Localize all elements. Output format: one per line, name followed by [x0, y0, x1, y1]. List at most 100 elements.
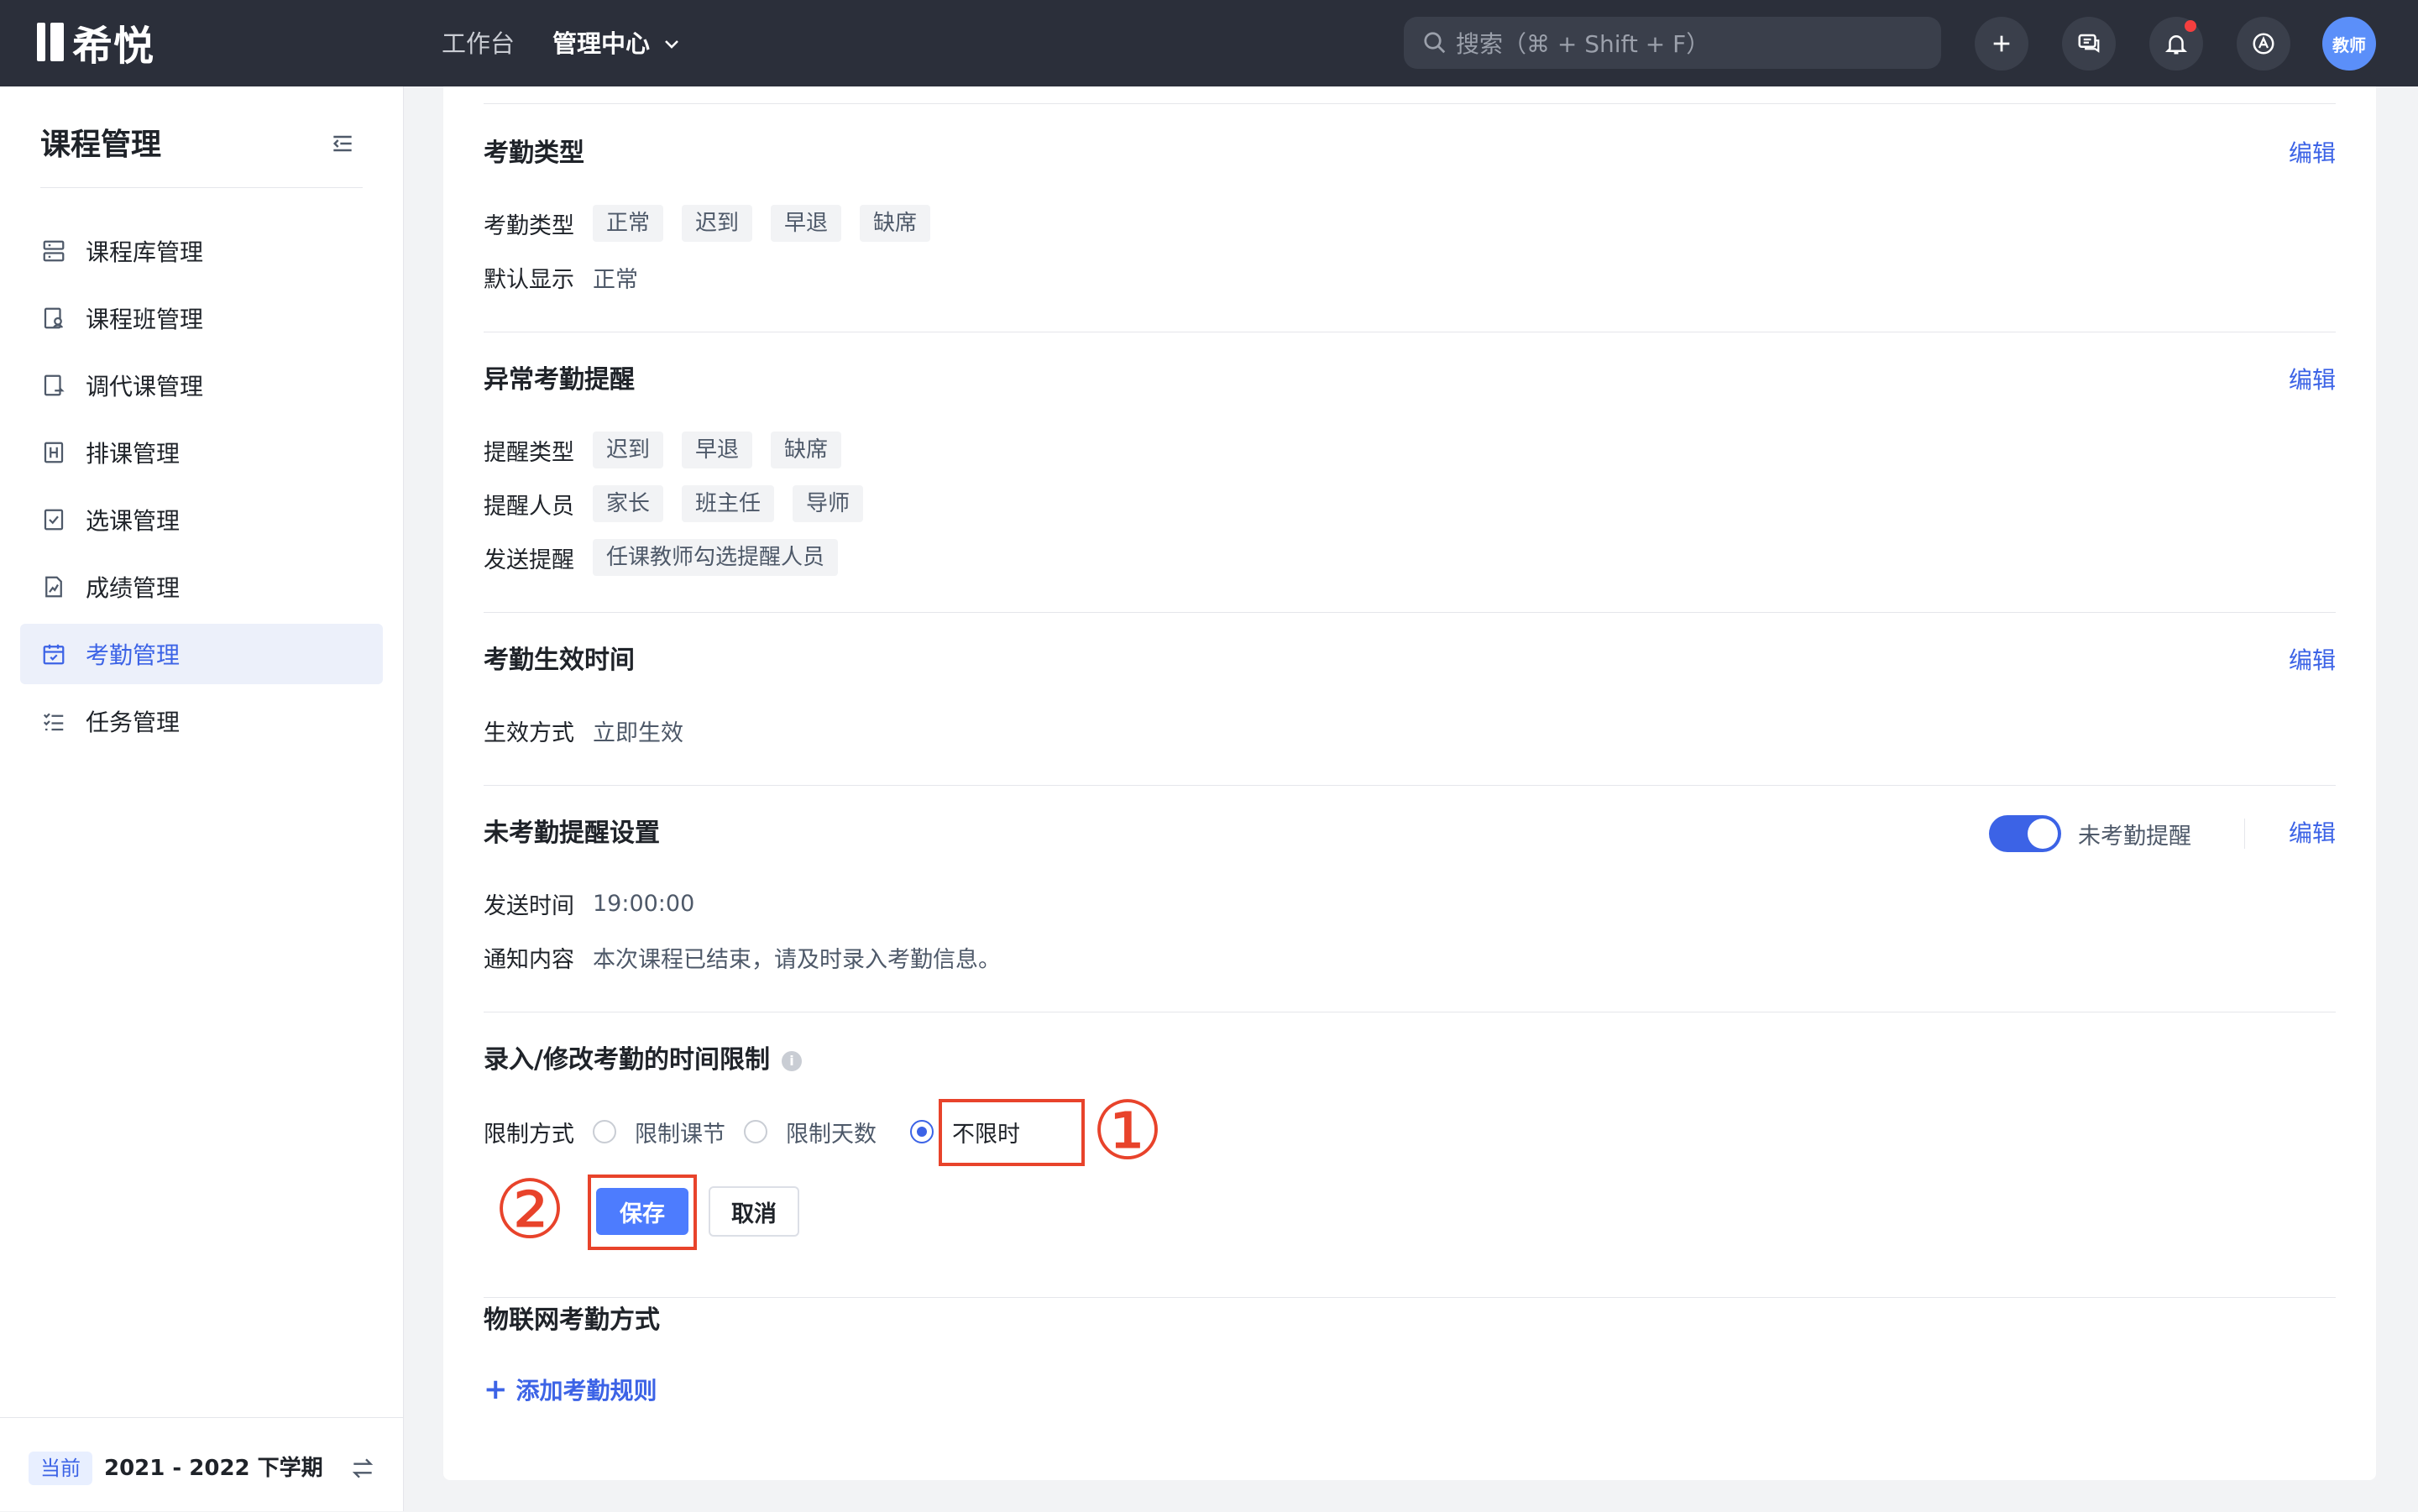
section-title: 异常考勤提醒 — [484, 365, 635, 395]
radio-limit-days[interactable]: 限制天数 — [744, 1116, 877, 1148]
nav-admin-center-label: 管理中心 — [552, 29, 651, 58]
annotation-step-2: ② — [494, 1163, 567, 1257]
divider — [484, 1297, 2336, 1298]
field-value: 本次课程已结束，请及时录入考勤信息。 — [593, 946, 1001, 973]
stack-icon — [43, 240, 65, 262]
sidebar-item-label: 选课管理 — [86, 507, 181, 535]
nav-workbench[interactable]: 工作台 — [442, 24, 515, 64]
term-switcher[interactable]: 当前 2021 - 2022 下学期 — [0, 1417, 403, 1512]
tag: 班主任 — [682, 485, 775, 522]
swap-doc-icon — [44, 374, 65, 396]
current-term-chip: 当前 — [29, 1452, 92, 1485]
logo-icon — [37, 23, 64, 61]
sidebar-item-tasks[interactable]: 任务管理 — [20, 691, 383, 751]
field-label: 限制方式 — [484, 1121, 574, 1148]
edit-effective-time-link[interactable]: 编辑 — [2289, 642, 2336, 679]
sidebar-item-label: 排课管理 — [86, 440, 181, 468]
sidebar-divider — [40, 187, 363, 188]
settings-card: 考勤类型 编辑 考勤类型 正常 迟到 早退 缺席 默认显示 正常 异常考勤提醒 … — [443, 86, 2376, 1480]
tag: 早退 — [682, 432, 753, 468]
sidebar-item-course-library[interactable]: 课程库管理 — [20, 221, 383, 281]
field-label: 提醒人员 — [484, 493, 574, 520]
sidebar-title: 课程管理 — [40, 128, 162, 162]
tag: 导师 — [793, 485, 864, 522]
swap-icon[interactable] — [349, 1455, 376, 1482]
tag: 家长 — [593, 485, 664, 522]
collapse-sidebar-icon[interactable] — [329, 130, 356, 157]
section-unattended-reminder: 未考勤提醒设置 未考勤提醒 编辑 发送时间 19:00:00 通知内容 本次课程… — [484, 815, 2336, 1059]
add-button[interactable] — [1975, 17, 2028, 71]
search-icon — [1424, 32, 1446, 54]
sidebar-item-attendance[interactable]: 考勤管理 — [20, 624, 383, 684]
nav-admin-center[interactable]: 管理中心 — [552, 24, 682, 64]
messages-button[interactable] — [2062, 17, 2116, 71]
logo-text: 希悦 — [72, 23, 155, 70]
field-label: 考勤类型 — [484, 212, 574, 239]
schedule-icon — [44, 442, 64, 463]
sidebar-item-scheduling[interactable]: 排课管理 — [20, 422, 383, 483]
radio-circle — [910, 1120, 934, 1143]
logo[interactable]: 希悦 — [37, 17, 154, 70]
add-attendance-rule-button[interactable]: + 添加考勤规则 — [484, 1371, 657, 1408]
avatar[interactable]: 教师 — [2322, 17, 2376, 71]
toggle-label: 未考勤提醒 — [2078, 823, 2191, 850]
default-display-row: 默认显示 正常 — [484, 258, 638, 296]
chat-icon — [2078, 34, 2100, 53]
global-search[interactable]: 搜索（⌘ + Shift + F） — [1404, 17, 1941, 69]
section-title: 考勤生效时间 — [484, 646, 635, 675]
section-attendance-type: 考勤类型 编辑 考勤类型 正常 迟到 早退 缺席 默认显示 正常 — [484, 135, 2336, 379]
save-button[interactable]: 保存 — [596, 1188, 688, 1235]
highlight-box-no-limit — [939, 1099, 1085, 1166]
section-title: 录入/修改考勤的时间限制 i — [484, 1042, 802, 1079]
sidebar-item-course-selection[interactable]: 选课管理 — [20, 489, 383, 550]
divider — [2244, 819, 2245, 849]
section-effective-time: 考勤生效时间 编辑 生效方式 立即生效 — [484, 642, 2336, 827]
edit-attendance-type-link[interactable]: 编辑 — [2289, 135, 2336, 172]
plus-icon — [1993, 35, 2010, 52]
unattended-reminder-toggle[interactable] — [1989, 815, 2061, 852]
sidebar-item-label: 任务管理 — [86, 709, 181, 736]
field-value: 立即生效 — [593, 719, 683, 746]
section-title-text: 录入/修改考勤的时间限制 — [484, 1045, 770, 1075]
radio-limit-lessons[interactable]: 限制课节 — [593, 1116, 725, 1148]
reminder-people-row: 提醒人员 家长 班主任 导师 — [484, 484, 882, 523]
radio-circle — [744, 1120, 767, 1143]
class-icon — [44, 307, 64, 329]
tag: 缺席 — [771, 432, 842, 468]
notice-content-row: 通知内容 本次课程已结束，请及时录入考勤信息。 — [484, 938, 1001, 976]
tag: 正常 — [593, 205, 664, 242]
notifications-button[interactable] — [2149, 17, 2203, 71]
top-bar: 希悦 工作台 管理中心 搜索（⌘ + Shift + F） 教师 — [0, 0, 2418, 86]
sidebar-item-course-class[interactable]: 课程班管理 — [20, 288, 383, 348]
edit-abnormal-reminder-link[interactable]: 编辑 — [2289, 362, 2336, 399]
cancel-button[interactable]: 取消 — [709, 1186, 799, 1237]
unattended-reminder-toggle-wrap: 未考勤提醒 — [1989, 815, 2191, 852]
sidebar-item-label: 成绩管理 — [86, 574, 181, 602]
edit-unattended-reminder-link[interactable]: 编辑 — [2289, 815, 2336, 852]
section-time-limit: 录入/修改考勤的时间限制 i 限制方式 限制课节 限制天数 不限时 ① ② 保存 … — [484, 1042, 2336, 1319]
tag: 缺席 — [860, 205, 931, 242]
field-label: 默认显示 — [484, 266, 574, 293]
radio-label: 限制课节 — [635, 1121, 725, 1148]
app-switch-button[interactable] — [2237, 17, 2290, 71]
divider — [484, 785, 2336, 786]
section-iot-attendance: 物联网考勤方式 + 添加考勤规则 — [484, 1302, 2336, 1436]
send-time-row: 发送时间 19:00:00 — [484, 884, 694, 923]
sidebar-item-label: 调代课管理 — [86, 373, 204, 400]
field-label: 发送时间 — [484, 892, 574, 919]
info-icon[interactable]: i — [781, 1050, 802, 1071]
send-reminder-row: 发送提醒 任课教师勾选提醒人员 — [484, 538, 856, 577]
field-value: 19:00:00 — [593, 890, 695, 917]
tag: 任课教师勾选提醒人员 — [593, 539, 839, 576]
radio-label: 限制天数 — [786, 1121, 877, 1148]
sidebar-item-grades[interactable]: 成绩管理 — [20, 557, 383, 617]
chevron-down-icon — [665, 40, 678, 49]
search-placeholder: 搜索（⌘ + Shift + F） — [1456, 30, 1710, 58]
sidebar-item-substitute[interactable]: 调代课管理 — [20, 355, 383, 416]
radio-circle — [593, 1120, 616, 1143]
sidebar-item-label: 课程库管理 — [86, 238, 204, 266]
section-title: 物联网考勤方式 — [484, 1305, 660, 1335]
field-label: 提醒类型 — [484, 439, 574, 466]
field-label: 通知内容 — [484, 946, 574, 973]
user-circle-icon — [2253, 33, 2274, 55]
